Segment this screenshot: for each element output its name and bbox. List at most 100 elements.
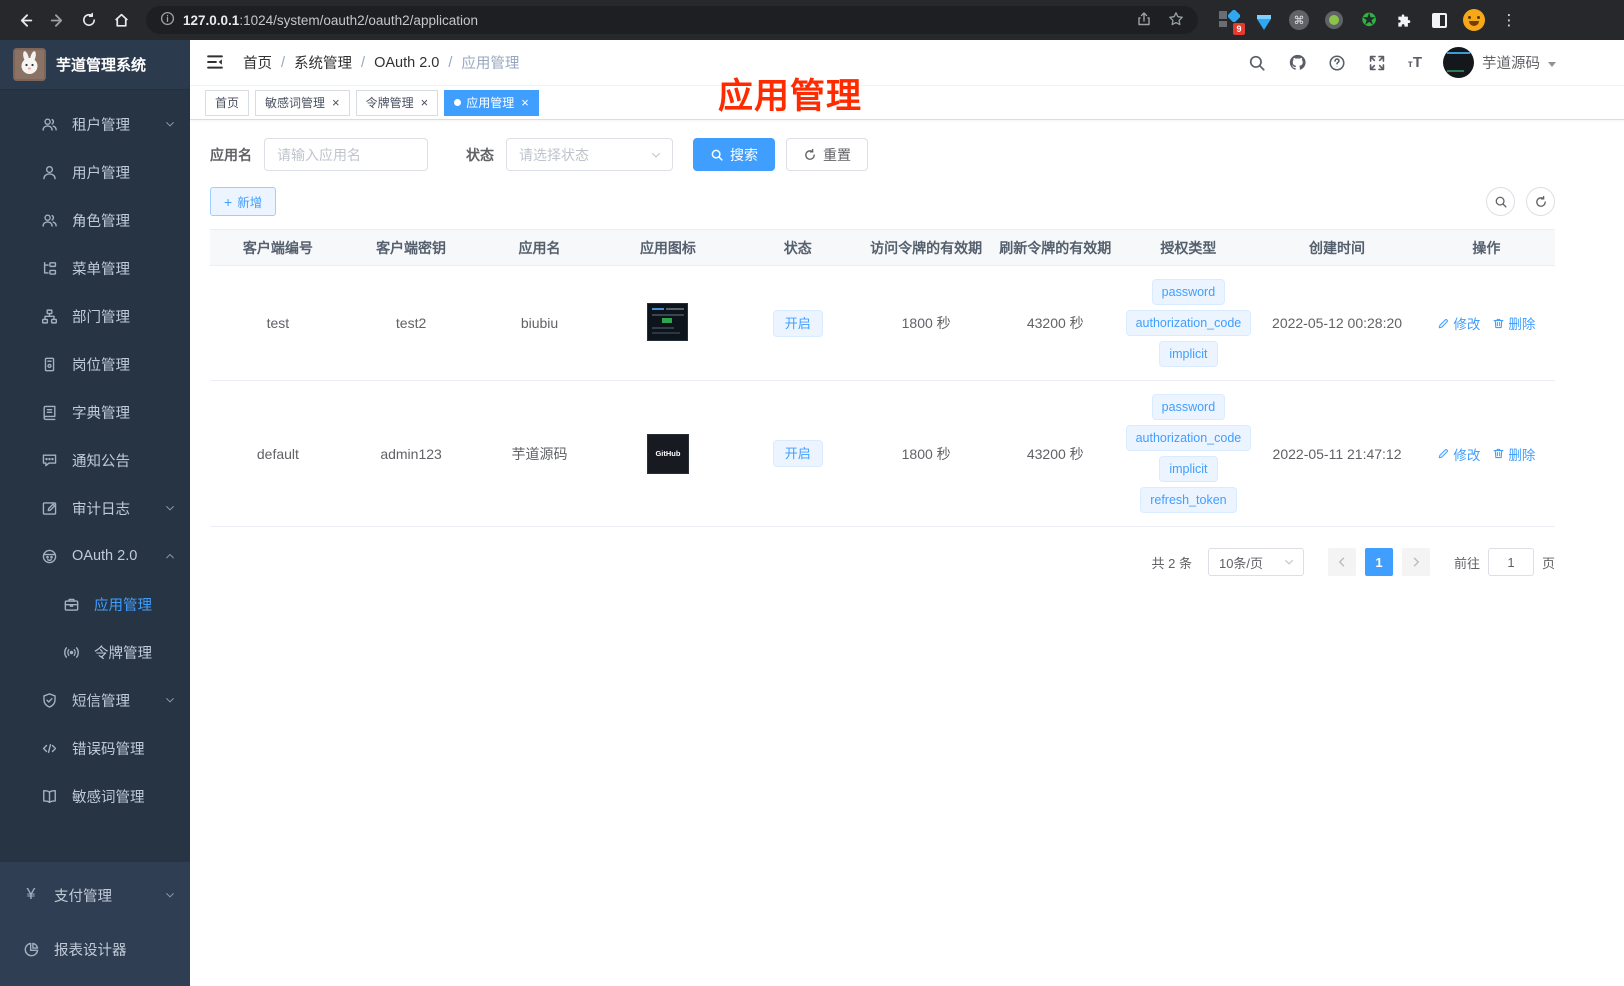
extension-record-icon[interactable] (1323, 9, 1345, 31)
github-icon[interactable] (1288, 53, 1307, 72)
sidebar-menu-bottom: ¥ 支付管理 报表设计器 (0, 862, 190, 986)
goto-page-input[interactable] (1487, 548, 1534, 576)
extension-queue-icon[interactable]: 9 (1218, 9, 1245, 35)
browser-menu-icon[interactable]: ⋮ (1498, 9, 1520, 31)
user-avatar (1443, 47, 1474, 78)
tags-view-bar: 首页 敏感词管理 × 令牌管理 × 应用管理 × (190, 86, 1624, 120)
tag-view-tab[interactable]: 应用管理 × (444, 89, 539, 116)
org-tree-icon (40, 307, 58, 325)
extension-star-icon[interactable]: ✪ (1358, 9, 1380, 31)
app-name-input[interactable] (264, 138, 428, 171)
sidebar-item-dictionary-book[interactable]: 字典管理 (0, 388, 190, 436)
cell-app-icon: GitHub (602, 380, 734, 527)
sidebar-item-report-pie[interactable]: 报表设计器 (0, 922, 190, 976)
tag-view-tab[interactable]: 令牌管理 × (355, 89, 439, 116)
toggle-search-button[interactable] (1486, 187, 1515, 216)
sidebar-item-org-tree[interactable]: 部门管理 (0, 292, 190, 340)
main-area: 首页 / 系统管理 / OAuth 2.0/应用管理 тT 芋道源码 首页 敏感… (190, 40, 1624, 986)
edit-button[interactable]: 修改 (1437, 444, 1480, 464)
cell-created-at: 2022-05-11 21:47:12 (1256, 380, 1418, 527)
extensions-puzzle-icon[interactable] (1393, 9, 1415, 31)
sidebar-item-label: 部门管理 (72, 309, 130, 326)
sidebar-item-audit-log[interactable]: 审计日志 (0, 484, 190, 532)
header-search-icon[interactable] (1248, 53, 1267, 72)
browser-back-button[interactable] (12, 7, 38, 33)
column-header: 创建时间 (1256, 229, 1418, 266)
font-size-icon[interactable]: тT (1408, 54, 1422, 71)
browser-reload-button[interactable] (76, 7, 102, 33)
close-icon[interactable]: × (521, 96, 529, 109)
side-panel-icon[interactable] (1428, 9, 1450, 31)
browser-home-button[interactable] (108, 7, 134, 33)
cell-status: 开启 (733, 265, 863, 381)
sidebar-item-user[interactable]: 用户管理 (0, 148, 190, 196)
role-users-icon (40, 211, 58, 229)
delete-button[interactable]: 删除 (1492, 313, 1535, 333)
delete-button[interactable]: 删除 (1492, 444, 1535, 464)
browser-forward-button[interactable] (44, 7, 70, 33)
chevron-down-icon (164, 118, 176, 130)
search-icon (1495, 196, 1507, 208)
cell-grant-types: password authorization_code implicit refres… (1120, 380, 1257, 527)
app-briefcase-icon (62, 595, 80, 613)
sidebar-item-label: 敏感词管理 (72, 789, 145, 806)
breadcrumb-item[interactable]: OAuth 2.0 (374, 55, 439, 71)
navbar: 首页 / 系统管理 / OAuth 2.0 / 应用管理 тT 芋道源码 (190, 40, 1624, 86)
reset-button-label: 重置 (823, 146, 851, 163)
refresh-table-button[interactable] (1526, 187, 1555, 216)
close-icon[interactable]: × (421, 96, 429, 109)
sidebar-item-app-briefcase[interactable]: 应用管理 (0, 580, 190, 628)
next-page-button[interactable] (1401, 548, 1430, 576)
sidebar-item-tenant-users[interactable]: 租户管理 (0, 100, 190, 148)
tag-view-tab[interactable]: 敏感词管理 × (255, 89, 350, 116)
cell-access-token-ttl: 1800 秒 (862, 265, 991, 381)
table-row: default admin123 芋道源码 GitHub 开启 1800 秒 43200 秒… (210, 380, 1555, 527)
bookmark-star-icon[interactable] (1168, 11, 1184, 30)
chevron-down-icon (164, 889, 176, 901)
breadcrumb-item[interactable]: 首页 (243, 52, 272, 73)
sidebar-item-error-code[interactable]: 错误码管理 (0, 724, 190, 772)
sidebar-item-token-signal[interactable]: 令牌管理 (0, 628, 190, 676)
sidebar-collapse-icon[interactable] (205, 52, 227, 74)
app-title: 芋道管理系统 (56, 57, 147, 74)
column-header: 访问令牌的有效期 (862, 229, 991, 266)
share-icon[interactable] (1136, 11, 1152, 30)
sidebar-item-oauth-robot[interactable]: OAuth 2.0 (0, 532, 190, 580)
column-header: 客户端密钥 (345, 229, 477, 266)
close-icon[interactable]: × (332, 96, 340, 109)
column-header: 操作 (1417, 229, 1555, 266)
sidebar-item-announcement-chat[interactable]: 通知公告 (0, 436, 190, 484)
audit-log-icon (40, 499, 58, 517)
user-menu[interactable]: 芋道源码 (1443, 47, 1556, 78)
sidebar-item-sms-shield[interactable]: 短信管理 (0, 676, 190, 724)
sidebar-item-post-badge[interactable]: 岗位管理 (0, 340, 190, 388)
breadcrumb-item[interactable]: 系统管理 (294, 52, 352, 73)
edit-button[interactable]: 修改 (1437, 313, 1480, 333)
browser-profile-avatar[interactable] (1463, 9, 1485, 31)
extension-command-icon[interactable]: ⌘ (1288, 9, 1310, 31)
page-number-current[interactable]: 1 (1364, 548, 1393, 576)
url-host: 127.0.0.1 (183, 12, 240, 28)
oauth-robot-icon (40, 547, 58, 565)
tag-view-tab[interactable]: 首页 (205, 89, 250, 116)
cell-access-token-ttl: 1800 秒 (862, 380, 991, 527)
reset-button[interactable]: 重置 (786, 138, 868, 171)
app-logo-bar[interactable]: 芋道管理系统 (0, 40, 190, 90)
site-info-icon[interactable] (160, 11, 175, 29)
cell-created-at: 2022-05-12 00:28:20 (1256, 265, 1418, 381)
search-button[interactable]: 搜索 (693, 138, 775, 171)
fullscreen-icon[interactable] (1368, 53, 1387, 72)
page-size-select[interactable]: 10条/页 (1207, 548, 1304, 576)
add-button[interactable]: + 新增 (210, 187, 277, 216)
help-icon[interactable] (1328, 53, 1347, 72)
table-header-row: 客户端编号 客户端密钥 应用名 应用图标 状态 访问令牌的有效期 刷新令牌的有效期 授权类型创… (210, 229, 1555, 266)
status-select[interactable]: 请选择状态 (506, 138, 673, 171)
browser-address-bar[interactable]: 127.0.0.1:1024/system/oauth2/oauth2/appl… (146, 6, 1198, 34)
sidebar-item-menu-list[interactable]: 菜单管理 (0, 244, 190, 292)
sidebar-item-sensitive-book[interactable]: 敏感词管理 (0, 772, 190, 820)
extension-gem-icon[interactable] (1253, 9, 1275, 31)
sidebar-item-yen[interactable]: ¥ 支付管理 (0, 868, 190, 922)
sidebar-item-role-users[interactable]: 角色管理 (0, 196, 190, 244)
chevron-left-icon (1338, 557, 1345, 567)
prev-page-button[interactable] (1327, 548, 1356, 576)
